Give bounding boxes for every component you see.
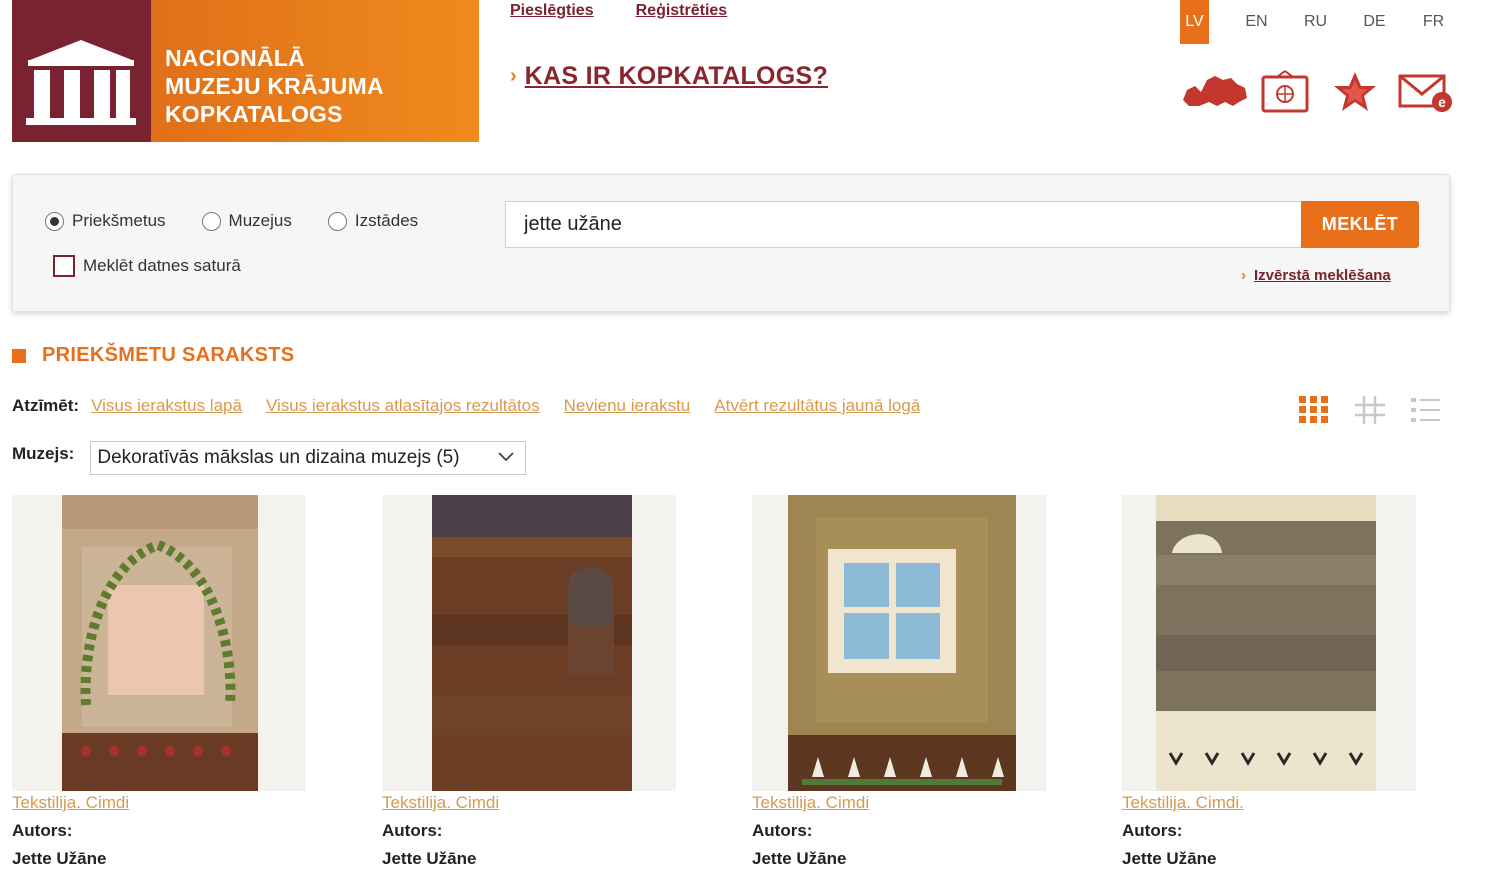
item-thumbnail[interactable]	[752, 495, 1046, 791]
search-type-objects[interactable]: Priekšmetus	[45, 211, 166, 231]
mark-actions: Atzīmēt: Visus ierakstus lapā Visus iera…	[12, 396, 944, 416]
lang-ru[interactable]: RU	[1286, 0, 1345, 44]
results-title: PRIEKŠMETU SARAKSTS	[42, 344, 295, 366]
search-type-exhibitions[interactable]: Izstādes	[327, 211, 419, 231]
svg-text:e: e	[1438, 94, 1446, 110]
item-thumbnail[interactable]	[1122, 495, 1416, 791]
fulltext-label: Meklēt datnes saturā	[83, 256, 241, 275]
logo-line-2: MUZEJU KRĀJUMA	[165, 73, 384, 99]
latvia-map-icon[interactable]	[1180, 66, 1250, 118]
mark-all-page-link[interactable]: Visus ierakstus lapā	[91, 396, 242, 416]
favorites-star-icon[interactable]	[1320, 66, 1390, 118]
grid-small-icon[interactable]	[1352, 392, 1388, 428]
results-heading: PRIEKŠMETU SARAKSTS	[12, 344, 294, 367]
mark-label: Atzīmēt:	[12, 396, 80, 415]
result-card: Tekstilija. Cimdi. Autors: Jette Užāne	[1122, 495, 1416, 869]
about-catalog: › KAS IR KOPKATALOGS?	[510, 62, 828, 91]
open-new-window-link[interactable]: Atvērt rezultātus jaunā logā	[714, 396, 920, 416]
item-category-link[interactable]: Tekstilija. Cimdi	[12, 793, 306, 813]
chevron-down-icon	[497, 447, 515, 469]
mark-all-results-link[interactable]: Visus ierakstus atlasītajos rezultātos	[266, 396, 540, 416]
lang-lv[interactable]: LV	[1180, 0, 1209, 44]
result-card: Tekstilija. Cimdi Autors: Jette Užāne	[382, 495, 676, 869]
results-grid: Tekstilija. Cimdi Autors: Jette Užāne Te…	[12, 495, 1416, 869]
museum-select[interactable]: Dekoratīvās mākslas un dizaina muzejs (5…	[90, 441, 527, 475]
list-icon[interactable]	[1408, 392, 1444, 428]
exhibition-icon[interactable]	[1250, 66, 1320, 118]
advanced-search: › Izvērstā meklēšana	[1241, 267, 1391, 284]
item-category-link[interactable]: Tekstilija. Cimdi.	[1122, 793, 1416, 813]
lang-en[interactable]: EN	[1227, 0, 1286, 44]
radio-checked-icon[interactable]	[45, 211, 64, 231]
logo-line-1: NACIONĀLĀ	[165, 45, 305, 71]
museum-filter: Muzejs: Dekoratīvās mākslas un dizaina m…	[12, 441, 527, 475]
search-type-exhibitions-label: Izstādes	[354, 211, 419, 230]
section-square-icon	[12, 348, 26, 363]
radio-unchecked-icon[interactable]	[327, 211, 347, 231]
author-name[interactable]: Jette Užāne	[12, 849, 306, 869]
view-mode-switcher	[1296, 392, 1444, 428]
chevron-right-icon: ›	[1241, 267, 1246, 284]
search-panel: Priekšmetus Muzejus Izstādes Meklēt datn…	[12, 174, 1450, 312]
email-icon[interactable]: e	[1390, 66, 1460, 118]
register-link[interactable]: Reģistrēties	[636, 2, 728, 20]
author-label: Autors:	[1122, 821, 1183, 840]
grid-large-icon[interactable]	[1296, 392, 1332, 428]
language-switcher: LV EN RU DE FR	[1180, 0, 1475, 44]
radio-unchecked-icon[interactable]	[201, 211, 221, 231]
login-link[interactable]: Pieslēgties	[510, 2, 594, 20]
author-label: Autors:	[752, 821, 813, 840]
search-type-museums-label: Muzejus	[228, 211, 292, 230]
header-tools: e	[1180, 66, 1460, 118]
item-category-link[interactable]: Tekstilija. Cimdi	[752, 793, 1046, 813]
author-name[interactable]: Jette Užāne	[752, 849, 1046, 869]
item-thumbnail[interactable]	[12, 495, 306, 791]
museum-label: Muzejs:	[12, 444, 75, 463]
author-label: Autors:	[12, 821, 73, 840]
site-logo[interactable]: NACIONĀLĀ MUZEJU KRĀJUMA KOPKATALOGS	[12, 0, 479, 142]
author-name[interactable]: Jette Užāne	[382, 849, 676, 869]
fulltext-checkbox[interactable]	[53, 255, 75, 277]
search-button[interactable]: MEKLĒT	[1301, 201, 1419, 248]
search-type-group: Priekšmetus Muzejus Izstādes	[45, 211, 454, 231]
item-category-link[interactable]: Tekstilija. Cimdi	[382, 793, 676, 813]
museum-selected-value: Dekoratīvās mākslas un dizaina muzejs (5…	[97, 447, 460, 468]
result-card: Tekstilija. Cimdi Autors: Jette Užāne	[752, 495, 1046, 869]
fulltext-option[interactable]: Meklēt datnes saturā	[53, 255, 241, 277]
museum-building-icon	[12, 0, 151, 142]
lang-fr[interactable]: FR	[1404, 0, 1463, 44]
result-card: Tekstilija. Cimdi Autors: Jette Užāne	[12, 495, 306, 869]
search-input[interactable]	[505, 201, 1303, 248]
auth-links: Pieslēgties Reģistrēties	[510, 2, 727, 20]
search-type-museums[interactable]: Muzejus	[201, 211, 292, 231]
search-type-objects-label: Priekšmetus	[72, 211, 166, 230]
logo-line-3: KOPKATALOGS	[165, 101, 343, 127]
item-thumbnail[interactable]	[382, 495, 676, 791]
mark-none-link[interactable]: Nevienu ierakstu	[564, 396, 691, 416]
author-label: Autors:	[382, 821, 443, 840]
logo-text: NACIONĀLĀ MUZEJU KRĀJUMA KOPKATALOGS	[165, 44, 479, 128]
chevron-right-icon: ›	[510, 65, 517, 87]
advanced-search-link[interactable]: Izvērstā meklēšana	[1254, 267, 1391, 284]
lang-de[interactable]: DE	[1345, 0, 1404, 44]
author-name[interactable]: Jette Užāne	[1122, 849, 1416, 869]
about-catalog-link[interactable]: KAS IR KOPKATALOGS?	[525, 62, 828, 91]
